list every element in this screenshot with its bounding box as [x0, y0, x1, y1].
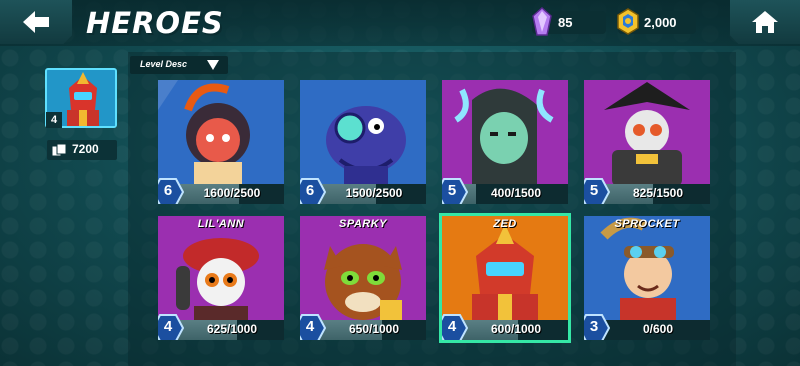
hero-card[interactable]: 400/1500 5 [442, 80, 568, 204]
hero-progress-text: 0/600 [642, 322, 674, 336]
hero-level-value: 6 [163, 182, 173, 199]
home-icon [752, 11, 778, 33]
hero-level-badge: 6 [300, 178, 326, 204]
hero-progress-text: 825/1500 [632, 186, 684, 200]
coins-counter[interactable]: 2,000 [617, 8, 696, 35]
top-bar: HEROES 85 2,000 [0, 0, 800, 46]
hero-card-name: LIL'ANN [197, 218, 245, 230]
gold-coin-icon [617, 8, 639, 35]
hero-card[interactable]: ZED 600/1000 4 [439, 213, 571, 343]
page-title: HEROES [86, 6, 224, 40]
coins-value: 2,000 [644, 15, 677, 30]
hero-level-badge: 5 [442, 178, 468, 204]
hero-level-value: 5 [589, 182, 599, 199]
purple-gem-icon [532, 7, 552, 36]
hero-level-value: 5 [447, 182, 457, 199]
hero-card[interactable]: 1500/2500 6 [300, 80, 426, 204]
hero-card-name: SPROCKET [614, 218, 680, 230]
hero-card-name: ZED [493, 218, 517, 230]
hero-level-badge: 4 [442, 314, 468, 340]
hero-cards-counter: 7200 [47, 140, 117, 160]
hero-level-value: 6 [305, 182, 315, 199]
hero-progress-text: 1600/2500 [203, 186, 261, 200]
hero-level-value: 3 [589, 318, 599, 335]
sort-dropdown[interactable]: Level Desc [130, 56, 228, 74]
hero-progress-text: 625/1000 [206, 322, 258, 336]
hero-cards-value: 7200 [72, 142, 99, 156]
hero-level-value: 4 [163, 318, 173, 335]
hero-level-badge: 5 [584, 178, 610, 204]
home-button[interactable] [730, 0, 800, 44]
gems-value: 85 [558, 15, 573, 30]
cards-stack-icon [51, 143, 67, 157]
hero-level-badge: 3 [584, 314, 610, 340]
hero-card[interactable]: LIL'ANN 625/1000 4 [158, 216, 284, 340]
hero-level-badge: 4 [300, 314, 326, 340]
hero-card[interactable]: 1600/2500 6 [158, 80, 284, 204]
back-button[interactable] [0, 0, 72, 44]
sort-label: Level Desc [140, 59, 188, 69]
hero-level-badge: 4 [158, 314, 184, 340]
hero-level-value: 4 [305, 318, 315, 335]
back-arrow-icon [23, 11, 49, 33]
triangle-down-icon [207, 60, 219, 70]
hero-card-name: SPARKY [338, 218, 388, 230]
hero-level-value: 4 [447, 318, 457, 335]
selected-hero-level: 4 [46, 112, 62, 128]
hero-card[interactable]: 825/1500 5 [584, 80, 710, 204]
hero-card[interactable]: SPROCKET 0/600 3 [584, 216, 710, 340]
hero-progress-text: 600/1000 [490, 322, 542, 336]
hero-progress-text: 1500/2500 [345, 186, 403, 200]
hero-level-badge: 6 [158, 178, 184, 204]
gems-counter[interactable]: 85 [532, 7, 606, 36]
hero-card[interactable]: SPARKY 650/1000 4 [300, 216, 426, 340]
hero-progress-text: 400/1500 [490, 186, 542, 200]
hero-progress-text: 650/1000 [348, 322, 400, 336]
